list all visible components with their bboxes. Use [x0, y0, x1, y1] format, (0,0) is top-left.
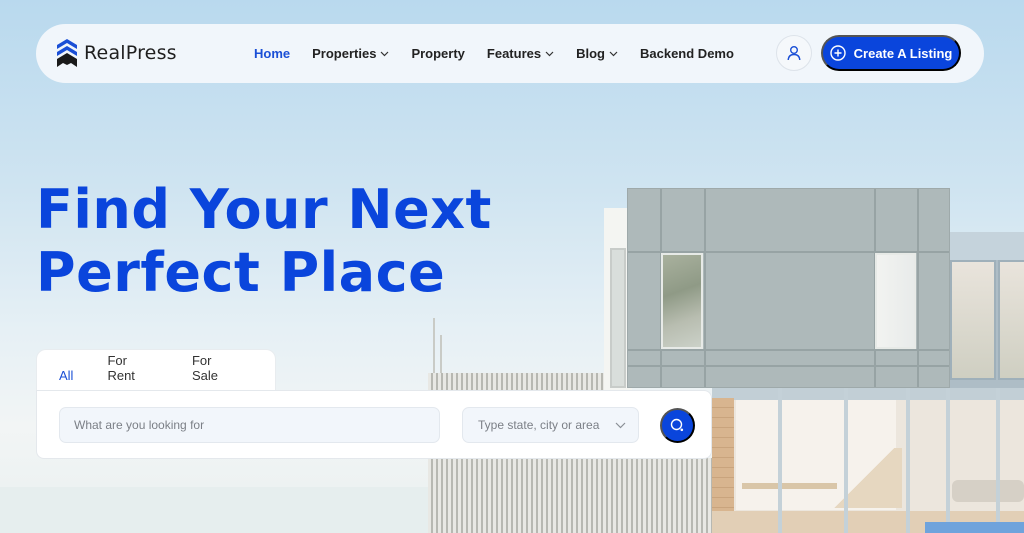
chevron-down-icon: [545, 51, 554, 56]
nav-item-features[interactable]: Features: [487, 46, 554, 61]
create-listing-button[interactable]: Create A Listing: [821, 35, 961, 71]
user-icon: [787, 46, 801, 61]
nav-item-properties[interactable]: Properties: [312, 46, 389, 61]
pool: [925, 522, 1024, 533]
hero-title-line-2: Perfect Place: [36, 241, 446, 304]
account-button[interactable]: [776, 35, 812, 71]
tab-for-sale[interactable]: For Sale: [192, 353, 241, 393]
location-select[interactable]: Type state, city or area: [462, 407, 639, 443]
tab-for-rent[interactable]: For Rent: [107, 353, 157, 393]
nav-item-label: Blog: [576, 46, 605, 61]
nav-item-label: Home: [254, 46, 291, 61]
nav-item-label: Backend Demo: [640, 46, 734, 61]
main-menu: Home Properties Property Features Blog B…: [254, 24, 756, 83]
top-navbar: RealPress Home Properties Property Featu…: [36, 24, 984, 83]
nav-item-blog[interactable]: Blog: [576, 46, 618, 61]
keyword-search-input[interactable]: [59, 407, 440, 443]
nav-item-label: Property: [411, 46, 465, 61]
hero-title: Find Your Next Perfect Place: [36, 178, 492, 304]
house-right-wing: [950, 232, 1024, 392]
search-submit-button[interactable]: [660, 408, 695, 443]
nav-item-label: Features: [486, 46, 542, 61]
window: [661, 253, 703, 349]
search-icon: [670, 418, 684, 432]
brand-logo[interactable]: RealPress: [56, 38, 177, 68]
window: [875, 253, 916, 349]
chevron-down-icon: [381, 51, 389, 56]
nav-item-backend-demo[interactable]: Backend Demo: [640, 46, 734, 61]
search-form: Type state, city or area: [36, 390, 712, 459]
slatted-facade-lower: [428, 458, 718, 533]
search-tabs: All For Rent For Sale: [36, 349, 276, 393]
house-ground-floor: [712, 388, 1024, 533]
chevron-down-icon: [615, 422, 626, 428]
location-select-placeholder: Type state, city or area: [478, 418, 600, 432]
stacked-chevrons-icon: [57, 39, 77, 67]
house-upper-floor: [627, 188, 950, 388]
chevron-down-icon: [609, 51, 618, 56]
create-listing-label: Create A Listing: [853, 45, 953, 61]
brand-name: RealPress: [84, 42, 177, 64]
nav-item-property[interactable]: Property: [411, 46, 464, 61]
plus-circle-icon: [829, 45, 846, 61]
nav-item-label: Properties: [312, 46, 377, 61]
hero-title-line-1: Find Your Next: [36, 178, 492, 241]
balcony-rail: [433, 318, 435, 378]
nav-item-home[interactable]: Home: [254, 46, 290, 61]
